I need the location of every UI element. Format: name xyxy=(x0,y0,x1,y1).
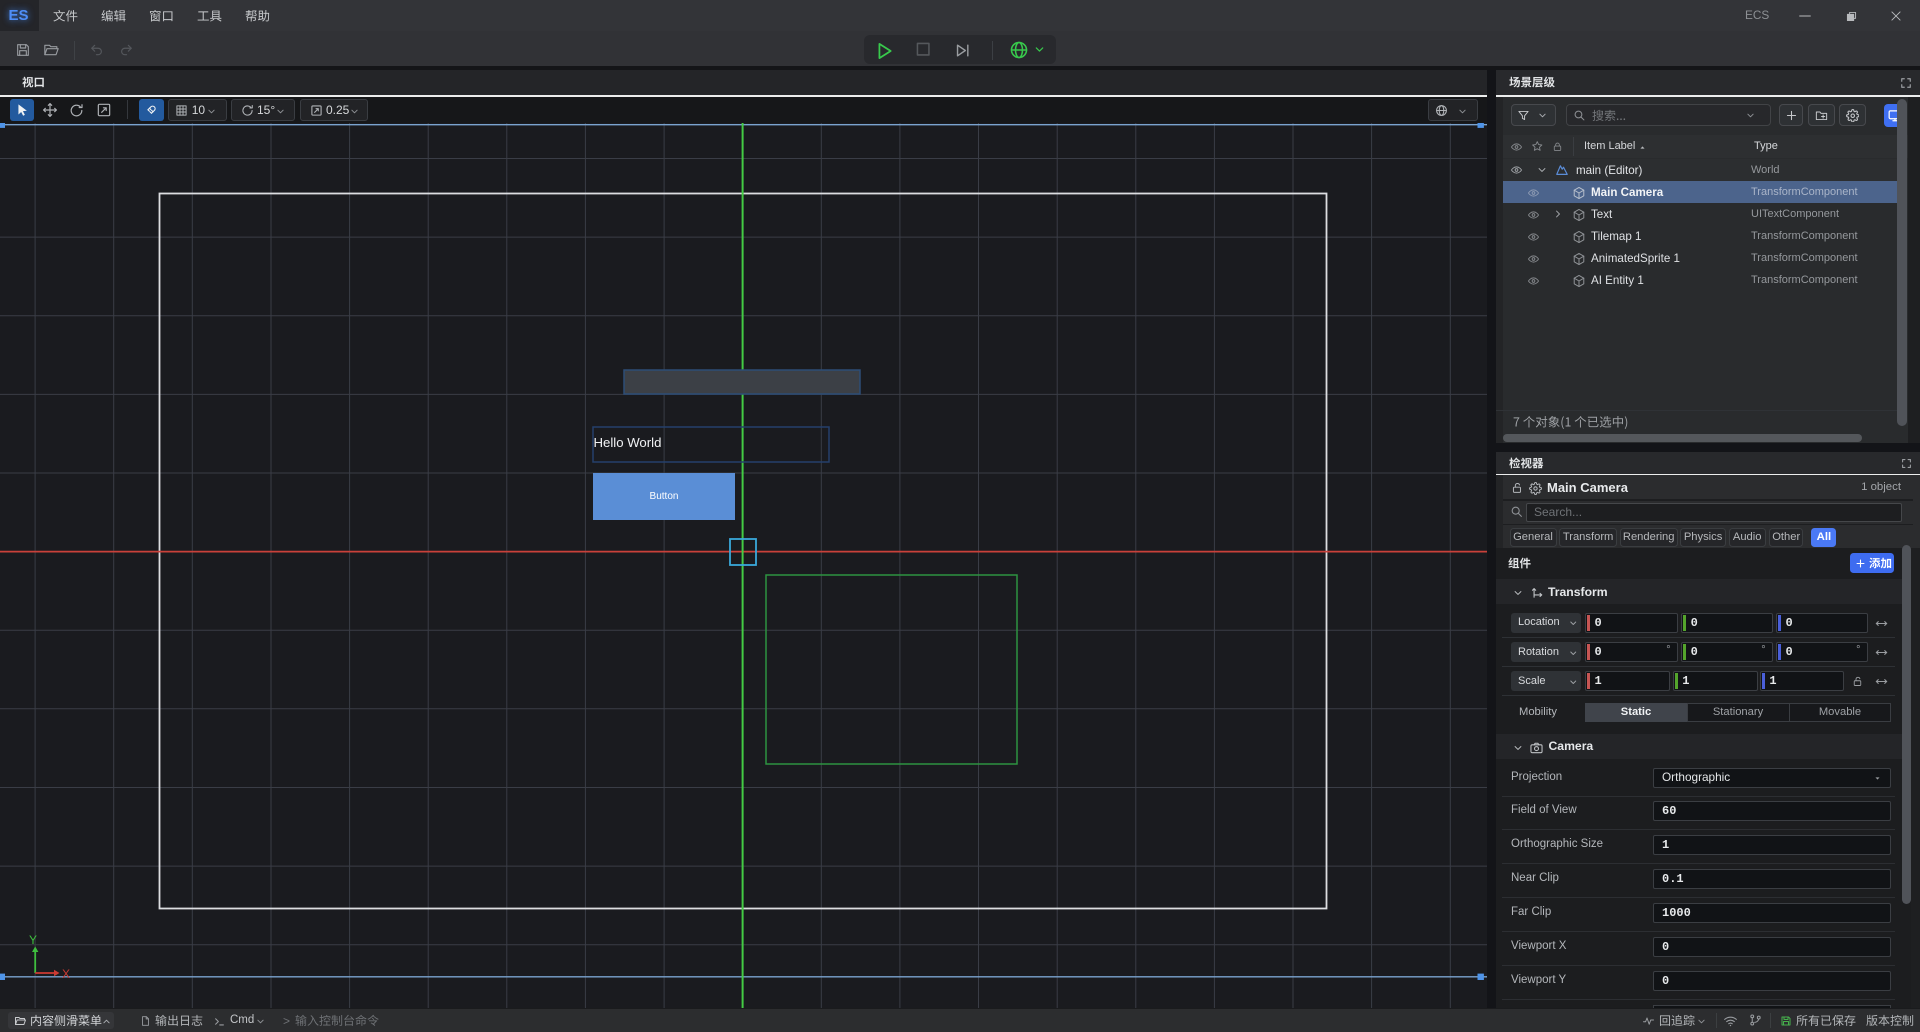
svg-text:Hello World: Hello World xyxy=(594,435,662,450)
svg-text:Y: Y xyxy=(29,933,37,947)
svg-text:X: X xyxy=(62,967,70,981)
svg-text:Button: Button xyxy=(650,491,679,502)
